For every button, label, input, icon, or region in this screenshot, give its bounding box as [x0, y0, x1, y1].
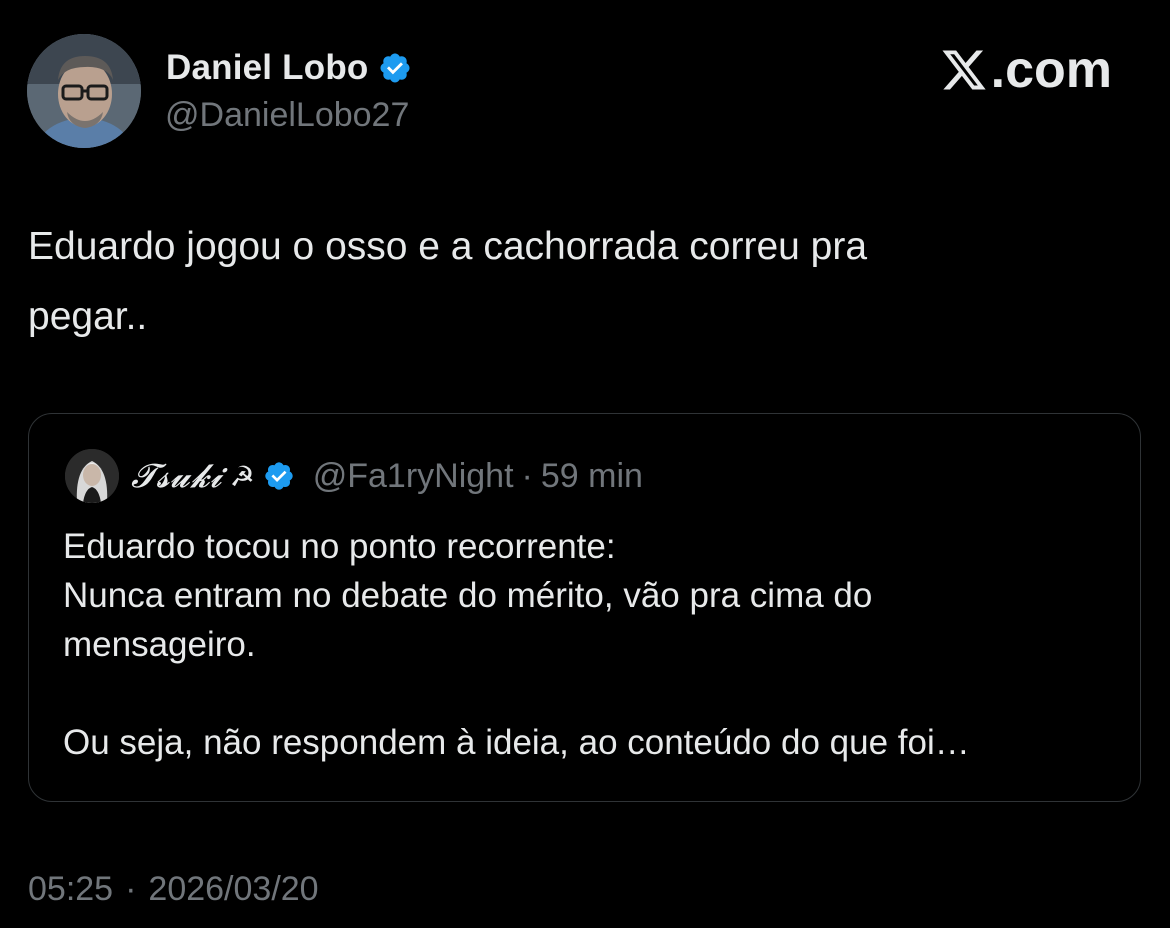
hammer-sickle-icon: ☭ — [229, 460, 255, 492]
quoted-profile-photo — [65, 449, 119, 503]
quoted-tweet-header: 𝓣𝓼𝓾𝓴𝓲 ☭ @Fa1ryNight · 59 min — [65, 448, 643, 504]
verified-badge-icon — [265, 462, 293, 490]
x-logo-icon — [942, 50, 986, 90]
separator-dot: · — [125, 870, 137, 908]
quoted-author-name[interactable]: 𝓣𝓼𝓾𝓴𝓲 — [131, 456, 222, 496]
x-com-logo: .com — [939, 41, 1112, 99]
tweet-text-line: pegar.. — [28, 295, 148, 338]
timestamp-date: 2026/03/20 — [148, 870, 319, 908]
quoted-tweet-time[interactable]: 59 min — [541, 457, 643, 496]
quoted-text-line: Eduardo tocou no ponto recorrente: — [63, 527, 616, 566]
verified-badge-icon — [380, 53, 411, 83]
author-avatar[interactable] — [27, 34, 141, 148]
author-handle[interactable]: @DanielLobo27 — [165, 96, 409, 135]
quoted-text-line: Ou seja, não respondem à ideia, ao conte… — [63, 723, 970, 762]
quoted-text-line: mensageiro. — [63, 625, 256, 664]
tweet-timestamp[interactable]: 05:25 · 2026/03/20 — [28, 870, 319, 909]
brand-suffix: .com — [990, 41, 1112, 99]
timestamp-time: 05:25 — [28, 870, 114, 908]
profile-photo — [27, 34, 141, 148]
author-name[interactable]: Daniel Lobo — [166, 48, 368, 88]
author-name-row: Daniel Lobo — [166, 47, 412, 89]
quoted-tweet-card[interactable]: 𝓣𝓼𝓾𝓴𝓲 ☭ @Fa1ryNight · 59 min Eduardo toc… — [28, 413, 1141, 802]
separator-dot: · — [521, 456, 533, 495]
quoted-author-avatar[interactable] — [65, 449, 119, 503]
quoted-tweet-body: Eduardo tocou no ponto recorrente: Nunca… — [63, 522, 1123, 767]
tweet-text-line: Eduardo jogou o osso e a cachorrada corr… — [28, 225, 868, 268]
quoted-author-handle[interactable]: @Fa1ryNight — [313, 457, 514, 496]
quoted-text-line: Nunca entram no debate do mérito, vão pr… — [63, 576, 873, 615]
tweet-text: Eduardo jogou o osso e a cachorrada corr… — [28, 212, 1138, 352]
